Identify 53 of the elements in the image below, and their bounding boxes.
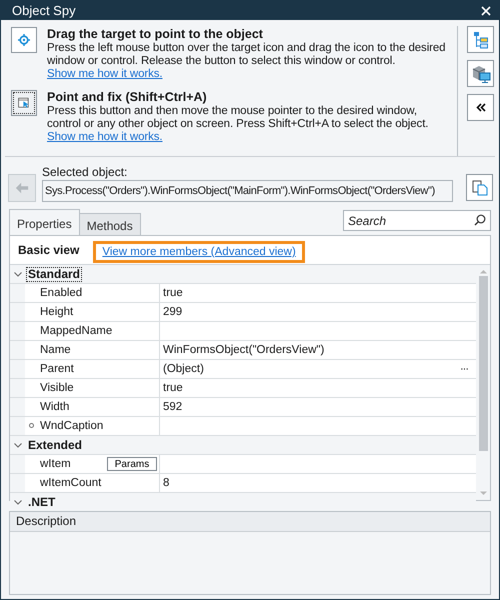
ellipsis-button[interactable]: ··· xyxy=(460,363,468,375)
property-name: Width xyxy=(40,401,70,413)
tab[interactable]: Properties xyxy=(9,209,80,235)
chevron-down-icon[interactable] xyxy=(14,442,22,448)
instruction-text: Press the left mouse button over the target icon and drag the icon to the desired window or control. Release the button to select this window or control. Show me how it works. xyxy=(47,42,446,81)
instruction-title: Point and fix (Shift+Ctrl+A) xyxy=(47,89,208,105)
property-value: 299 xyxy=(163,306,182,318)
selected-object-label: Selected object: xyxy=(42,165,128,180)
cube-monitor-icon xyxy=(470,64,490,84)
search-icon xyxy=(474,214,486,226)
help-link[interactable]: Show me how it works. xyxy=(47,131,162,143)
help-link[interactable]: Show me how it works. xyxy=(47,68,162,80)
left-arrow-icon xyxy=(15,182,29,194)
window-title: Object Spy xyxy=(12,3,76,18)
property-name: wItem xyxy=(40,458,71,470)
tab[interactable]: Methods xyxy=(78,213,141,235)
double-chevron-icon xyxy=(476,103,486,112)
crosshair-icon xyxy=(18,32,30,48)
description-header: Description xyxy=(10,512,490,532)
property-value: WinFormsObject("OrdersView") xyxy=(163,344,324,356)
property-name: Enabled xyxy=(40,287,82,299)
search-field[interactable]: Search xyxy=(343,210,491,231)
params-button[interactable]: Params xyxy=(107,457,157,471)
property-value: 8 xyxy=(163,477,170,489)
tree-view-button[interactable] xyxy=(467,26,494,53)
selected-object-field[interactable]: Sys.Process("Orders").WinFormsObject("MainForm").WinFormsObject("OrdersView") xyxy=(42,180,453,202)
object-browser-button[interactable] xyxy=(467,60,494,87)
section-header[interactable]: Standard xyxy=(26,266,82,282)
section-header[interactable]: .NET xyxy=(26,494,58,510)
tree-icon xyxy=(472,30,488,48)
copy-button[interactable] xyxy=(466,174,493,201)
chevron-down-icon[interactable] xyxy=(14,272,22,276)
property-name: wItemCount xyxy=(40,477,102,489)
collapse-button[interactable] xyxy=(467,94,494,121)
section-header[interactable]: Extended xyxy=(26,438,84,452)
property-name: Height xyxy=(40,306,74,318)
property-value: true xyxy=(163,287,183,299)
property-name: Name xyxy=(40,344,71,356)
property-name: Visible xyxy=(40,382,74,394)
property-name: Parent xyxy=(40,363,74,375)
target-button[interactable] xyxy=(11,27,37,53)
property-name: WndCaption xyxy=(40,420,104,432)
instruction-text: Press this button and then move the mouse pointer to the desired window, control or any other object on screen. Press Shift+Ctrl+A to select the object. Show me how it works. xyxy=(47,105,430,144)
property-value: 592 xyxy=(163,401,182,413)
close-icon[interactable] xyxy=(481,6,491,16)
property-name: MappedName xyxy=(40,325,112,337)
view-mode-label: Basic view xyxy=(18,243,80,257)
property-value: (Object) xyxy=(163,363,204,375)
copy-icon xyxy=(472,180,488,196)
property-value: true xyxy=(163,382,183,394)
chevron-down-icon[interactable] xyxy=(14,500,22,504)
instruction-title: Drag the target to point to the object xyxy=(47,26,264,42)
point-and-fix-button[interactable] xyxy=(11,90,37,116)
